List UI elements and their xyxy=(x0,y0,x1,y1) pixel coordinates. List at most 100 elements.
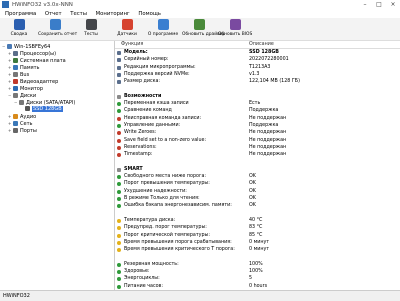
details-header: Функция Описание xyxy=(115,41,400,49)
toolbar-button-3[interactable]: Датчики xyxy=(110,19,144,40)
toolbar-button-1[interactable]: Сохранить отчет xyxy=(38,19,77,40)
property-row[interactable]: Модель: SSD 128GB xyxy=(115,50,400,56)
toolbar-button-4[interactable]: О программе xyxy=(146,19,180,40)
property-value: Не поддержан xyxy=(249,152,287,158)
property-row[interactable]: Порог превышения температуры: OK xyxy=(115,181,400,187)
property-row[interactable]: Порог критической температуры: 85 °C xyxy=(115,233,400,239)
property-row[interactable]: Энергоциклы: 5 xyxy=(115,276,400,282)
section-header[interactable]: SMART xyxy=(115,167,400,173)
tree-item[interactable]: − Win-1SBFEy64 xyxy=(2,43,50,50)
status-icon xyxy=(117,182,121,187)
property-name: Write Zeroes: xyxy=(124,130,157,136)
toolbar-button-label: Обновить BIOS xyxy=(218,31,253,37)
property-value: Есть xyxy=(249,101,261,107)
status-icon xyxy=(117,153,121,158)
tree-item[interactable]: + Bus xyxy=(8,71,29,78)
property-name: Время превышения критического T порога: xyxy=(124,247,235,253)
property-row[interactable]: Ухудшение надежности: OK xyxy=(115,189,400,195)
toolbar-button-5[interactable]: Обновить драйвер xyxy=(182,19,225,40)
tree-item[interactable]: − Диски (SATA/ATAPI) xyxy=(14,99,75,106)
property-row[interactable]: Reservations: Не поддержан xyxy=(115,145,400,151)
close-icon[interactable]: × xyxy=(386,0,400,10)
property-name: Reservations: xyxy=(124,144,157,150)
tree-item[interactable]: SSD 128GB xyxy=(20,106,63,113)
property-row xyxy=(115,254,400,260)
property-row[interactable]: Ошибка бэкапа энергонезависим. памяти: OK xyxy=(115,203,400,209)
property-value: 0 минут xyxy=(249,239,270,245)
property-row[interactable]: Время превышения критического T порога: 0… xyxy=(115,247,400,253)
tree-item[interactable]: − Диски xyxy=(8,92,36,99)
status-icon xyxy=(117,65,121,70)
property-row[interactable]: Температура диска: 40 °C xyxy=(115,218,400,224)
menu-monitoring[interactable]: Мониторинг xyxy=(94,10,132,18)
property-row[interactable]: Save field set to a non-zero value: Не по… xyxy=(115,138,400,144)
tree-item[interactable]: + Системная плата xyxy=(8,57,66,64)
toolbar-button-2[interactable]: Тесты xyxy=(74,19,108,40)
app-window: HWiNFO32 v3.0x-NNN – □ × Программа Отчет… xyxy=(0,0,400,301)
column-description[interactable]: Описание xyxy=(249,41,274,48)
property-value: Не поддержан xyxy=(249,130,287,136)
property-name: Ухудшение надежности: xyxy=(124,188,187,194)
menu-report[interactable]: Отчет xyxy=(43,10,64,18)
property-row[interactable]: Сравнение команд Поддержка xyxy=(115,108,400,114)
status-icon xyxy=(117,80,121,85)
status-icon xyxy=(117,270,121,274)
status-icon xyxy=(117,204,121,209)
toolbar-button-6[interactable]: Обновить BIOS xyxy=(218,19,252,40)
menu-tests[interactable]: Тесты xyxy=(68,10,89,18)
property-name: Модель: xyxy=(124,50,148,55)
property-row[interactable]: Предупред. порог температуры: 83 °C xyxy=(115,225,400,231)
tree-item[interactable]: + Порты xyxy=(8,127,37,134)
status-icon xyxy=(117,240,121,245)
menu-program[interactable]: Программа xyxy=(3,10,38,18)
property-row[interactable]: Резервная мощность: 100% xyxy=(115,262,400,268)
property-row[interactable]: Timestamp: Не поддержан xyxy=(115,152,400,158)
property-value: 85 °C xyxy=(249,232,263,238)
toolbar-button-0[interactable]: Сводка xyxy=(2,19,36,40)
property-value: OK xyxy=(249,196,256,201)
tree-item[interactable]: + Память xyxy=(8,64,39,71)
property-name: Возможности xyxy=(124,93,162,99)
menu-help[interactable]: Помощь xyxy=(136,10,163,18)
status-icon xyxy=(117,124,121,128)
property-name: Здоровье: xyxy=(124,269,150,274)
property-name: Поддержка версий NVMe: xyxy=(124,71,190,77)
save-report-icon xyxy=(49,19,61,30)
minimize-icon[interactable]: – xyxy=(358,0,372,10)
tree-item[interactable]: + Аудио xyxy=(8,113,36,120)
property-row[interactable]: В режиме Только для чтения: OK xyxy=(115,196,400,202)
status-icon xyxy=(117,116,121,121)
property-row[interactable]: Свободного места ниже порога: OK xyxy=(115,174,400,180)
section-header[interactable]: Возможности xyxy=(115,94,400,100)
property-row[interactable]: Размер диска: 122,104 MB (128 ГБ) xyxy=(115,79,400,85)
property-value: Не поддержан xyxy=(249,137,287,143)
property-row[interactable]: Редакция микропрограммы: T1213A3 xyxy=(115,65,400,71)
property-name: Управление данными: xyxy=(124,123,181,128)
property-value: OK xyxy=(249,181,256,187)
property-name: Размер диска: xyxy=(124,79,161,85)
property-row[interactable]: Write Zeroes: Не поддержан xyxy=(115,130,400,136)
property-row[interactable]: Управление данными: Поддержка xyxy=(115,123,400,129)
about-icon xyxy=(157,19,169,30)
maximize-icon[interactable]: □ xyxy=(372,0,386,10)
device-icon xyxy=(13,65,18,70)
tree-item[interactable]: + Сеть xyxy=(8,120,32,127)
property-name: Редакция микропрограммы: xyxy=(124,64,196,70)
property-row[interactable]: Время превышения порога срабатывания: 0 м… xyxy=(115,240,400,246)
property-row[interactable]: Переменная кэша записи Есть xyxy=(115,101,400,107)
column-feature[interactable]: Функция xyxy=(121,41,143,48)
property-name: SMART xyxy=(124,166,143,172)
tree-item[interactable]: + Монитор xyxy=(8,85,43,92)
status-icon xyxy=(117,167,121,172)
device-icon xyxy=(13,79,18,84)
property-row[interactable]: Питание часов: 0 hours xyxy=(115,284,400,290)
property-row[interactable]: Поддержка версий NVMe: v1.3 xyxy=(115,72,400,78)
tree-item[interactable]: + Процессор(ы) xyxy=(8,50,56,57)
property-row[interactable]: Серийный номер: 2022072280001 xyxy=(115,57,400,63)
property-row[interactable]: Неисправная команда записи: Не поддержан xyxy=(115,116,400,122)
property-value: Не поддержан xyxy=(249,144,287,150)
property-row[interactable]: Здоровье: 100% xyxy=(115,269,400,275)
tree-item[interactable]: + Видеоадаптер xyxy=(8,78,58,85)
status-icon xyxy=(117,175,121,180)
device-icon xyxy=(13,51,18,56)
